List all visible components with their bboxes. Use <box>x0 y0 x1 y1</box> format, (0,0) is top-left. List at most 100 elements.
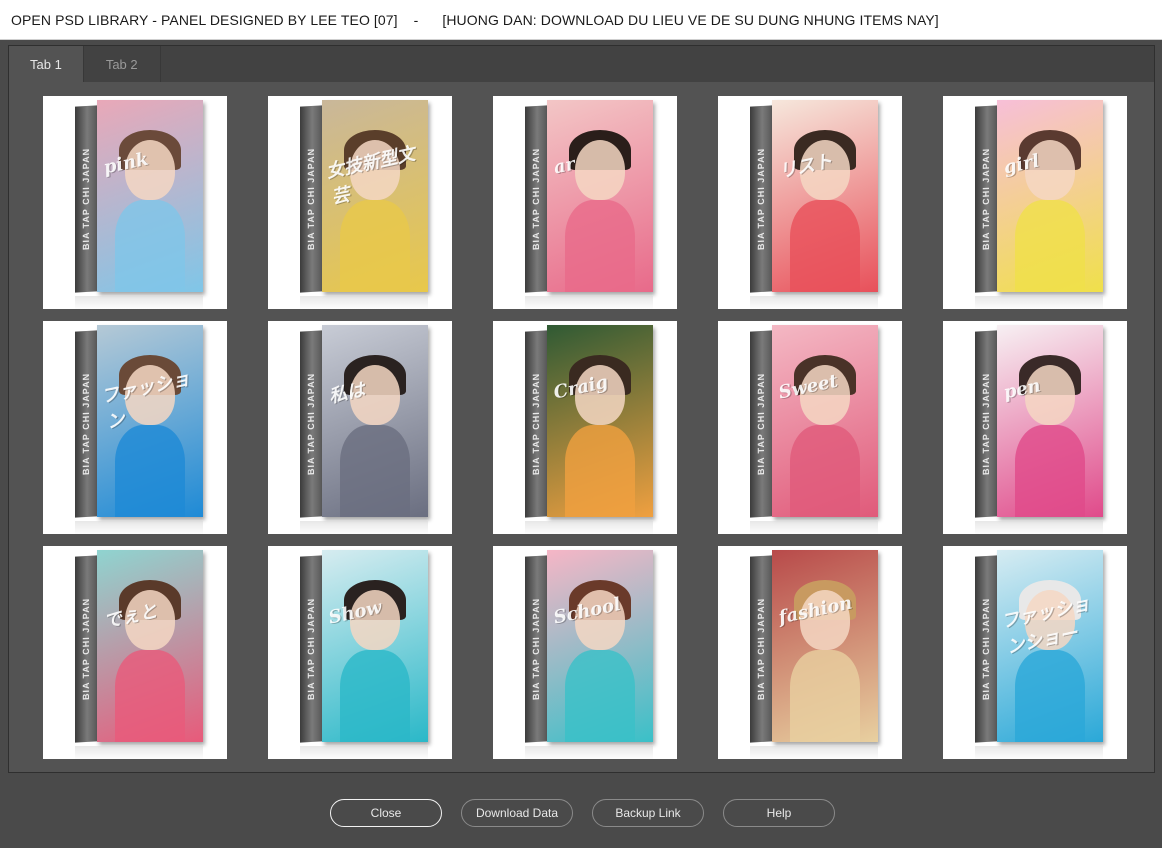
box-reflection <box>525 746 653 759</box>
spine-text: BIA TAP CHI JAPAN <box>756 372 766 476</box>
box-reflection <box>300 521 428 534</box>
cover-title: 女技新型文芸 <box>324 143 417 209</box>
box-reflection <box>75 746 203 759</box>
download-data-button[interactable]: Download Data <box>461 799 573 827</box>
box-reflection <box>300 746 428 759</box>
magazine-cover: ファッションショー <box>997 550 1103 742</box>
psd-item-card[interactable]: BIA TAP CHI JAPAN Show <box>268 546 452 759</box>
magazine-box: BIA TAP CHI JAPAN girl <box>975 100 1103 296</box>
box-reflection <box>975 521 1103 534</box>
psd-item-card[interactable]: BIA TAP CHI JAPAN ファッション <box>43 321 227 534</box>
magazine-cover: でぇと <box>97 550 203 742</box>
magazine-box: BIA TAP CHI JAPAN でぇと <box>75 550 203 746</box>
magazine-cover: pen <box>997 325 1103 517</box>
tab-strip: Tab 1 Tab 2 <box>9 46 1154 82</box>
window-title: OPEN PSD LIBRARY - PANEL DESIGNED BY LEE… <box>0 0 1162 40</box>
spine-text: BIA TAP CHI JAPAN <box>81 597 91 701</box>
psd-item-card[interactable]: BIA TAP CHI JAPAN pen <box>943 321 1127 534</box>
magazine-box: BIA TAP CHI JAPAN ファッションショー <box>975 550 1103 746</box>
box-reflection <box>975 296 1103 309</box>
magazine-cover: girl <box>997 100 1103 292</box>
cover-title: ファッションショー <box>999 593 1092 659</box>
magazine-cover: リスト <box>772 100 878 292</box>
spine-text: BIA TAP CHI JAPAN <box>306 597 316 701</box>
magazine-cover: Sweet <box>772 325 878 517</box>
psd-item-card[interactable]: BIA TAP CHI JAPAN Sweet <box>718 321 902 534</box>
spine-text: BIA TAP CHI JAPAN <box>756 147 766 251</box>
spine-text: BIA TAP CHI JAPAN <box>981 372 991 476</box>
cover-figure <box>340 200 410 292</box>
box-spine: BIA TAP CHI JAPAN <box>975 555 997 743</box>
box-reflection <box>750 296 878 309</box>
box-spine: BIA TAP CHI JAPAN <box>525 555 547 743</box>
magazine-box: BIA TAP CHI JAPAN Craig <box>525 325 653 521</box>
cover-title: ファッション <box>99 368 192 434</box>
cover-figure <box>340 425 410 517</box>
cover-figure <box>340 650 410 742</box>
tab-1[interactable]: Tab 1 <box>9 46 84 82</box>
spine-text: BIA TAP CHI JAPAN <box>306 372 316 476</box>
close-button[interactable]: Close <box>330 799 442 827</box>
spine-text: BIA TAP CHI JAPAN <box>531 147 541 251</box>
spine-text: BIA TAP CHI JAPAN <box>81 372 91 476</box>
magazine-box: BIA TAP CHI JAPAN pen <box>975 325 1103 521</box>
cover-figure <box>1015 200 1085 292</box>
spine-text: BIA TAP CHI JAPAN <box>531 372 541 476</box>
psd-item-card[interactable]: BIA TAP CHI JAPAN girl <box>943 96 1127 309</box>
magazine-cover: ファッション <box>97 325 203 517</box>
magazine-box: BIA TAP CHI JAPAN リスト <box>750 100 878 296</box>
magazine-cover: School <box>547 550 653 742</box>
cover-figure <box>565 200 635 292</box>
magazine-cover: 私は <box>322 325 428 517</box>
box-spine: BIA TAP CHI JAPAN <box>975 105 997 293</box>
magazine-cover: Craig <box>547 325 653 517</box>
cover-figure <box>1015 425 1085 517</box>
magazine-box: BIA TAP CHI JAPAN 女技新型文芸 <box>300 100 428 296</box>
spine-text: BIA TAP CHI JAPAN <box>981 597 991 701</box>
magazine-box: BIA TAP CHI JAPAN School <box>525 550 653 746</box>
psd-item-card[interactable]: BIA TAP CHI JAPAN でぇと <box>43 546 227 759</box>
backup-link-button[interactable]: Backup Link <box>592 799 704 827</box>
psd-item-card[interactable]: BIA TAP CHI JAPAN 私は <box>268 321 452 534</box>
magazine-cover: 女技新型文芸 <box>322 100 428 292</box>
psd-item-card[interactable]: BIA TAP CHI JAPAN 女技新型文芸 <box>268 96 452 309</box>
spine-text: BIA TAP CHI JAPAN <box>981 147 991 251</box>
psd-item-card[interactable]: BIA TAP CHI JAPAN リスト <box>718 96 902 309</box>
box-spine: BIA TAP CHI JAPAN <box>750 330 772 518</box>
box-reflection <box>750 521 878 534</box>
box-spine: BIA TAP CHI JAPAN <box>525 105 547 293</box>
magazine-box: BIA TAP CHI JAPAN Sweet <box>750 325 878 521</box>
cover-figure <box>790 200 860 292</box>
cover-figure <box>790 650 860 742</box>
box-spine: BIA TAP CHI JAPAN <box>75 555 97 743</box>
cover-figure <box>565 425 635 517</box>
box-reflection <box>525 296 653 309</box>
box-spine: BIA TAP CHI JAPAN <box>300 555 322 743</box>
box-reflection <box>75 521 203 534</box>
magazine-box: BIA TAP CHI JAPAN ファッション <box>75 325 203 521</box>
tab-2[interactable]: Tab 2 <box>84 46 161 82</box>
cover-figure <box>115 425 185 517</box>
psd-item-card[interactable]: BIA TAP CHI JAPAN ar <box>493 96 677 309</box>
box-reflection <box>975 746 1103 759</box>
magazine-box: BIA TAP CHI JAPAN 私は <box>300 325 428 521</box>
psd-item-card[interactable]: BIA TAP CHI JAPAN Craig <box>493 321 677 534</box>
psd-item-card[interactable]: BIA TAP CHI JAPAN School <box>493 546 677 759</box>
spine-text: BIA TAP CHI JAPAN <box>531 597 541 701</box>
box-spine: BIA TAP CHI JAPAN <box>300 330 322 518</box>
psd-item-card[interactable]: BIA TAP CHI JAPAN pink <box>43 96 227 309</box>
tab-container: Tab 1 Tab 2 BIA TAP CHI JAPAN pink BIA T… <box>8 45 1155 773</box>
cover-figure <box>115 650 185 742</box>
help-button[interactable]: Help <box>723 799 835 827</box>
box-spine: BIA TAP CHI JAPAN <box>750 555 772 743</box>
psd-item-card[interactable]: BIA TAP CHI JAPAN ファッションショー <box>943 546 1127 759</box>
spine-text: BIA TAP CHI JAPAN <box>306 147 316 251</box>
cover-figure <box>790 425 860 517</box>
box-spine: BIA TAP CHI JAPAN <box>750 105 772 293</box>
box-spine: BIA TAP CHI JAPAN <box>975 330 997 518</box>
button-bar: Close Download Data Backup Link Help <box>330 799 835 827</box>
box-spine: BIA TAP CHI JAPAN <box>300 105 322 293</box>
psd-item-card[interactable]: BIA TAP CHI JAPAN fashion <box>718 546 902 759</box>
spine-text: BIA TAP CHI JAPAN <box>756 597 766 701</box>
box-spine: BIA TAP CHI JAPAN <box>75 330 97 518</box>
